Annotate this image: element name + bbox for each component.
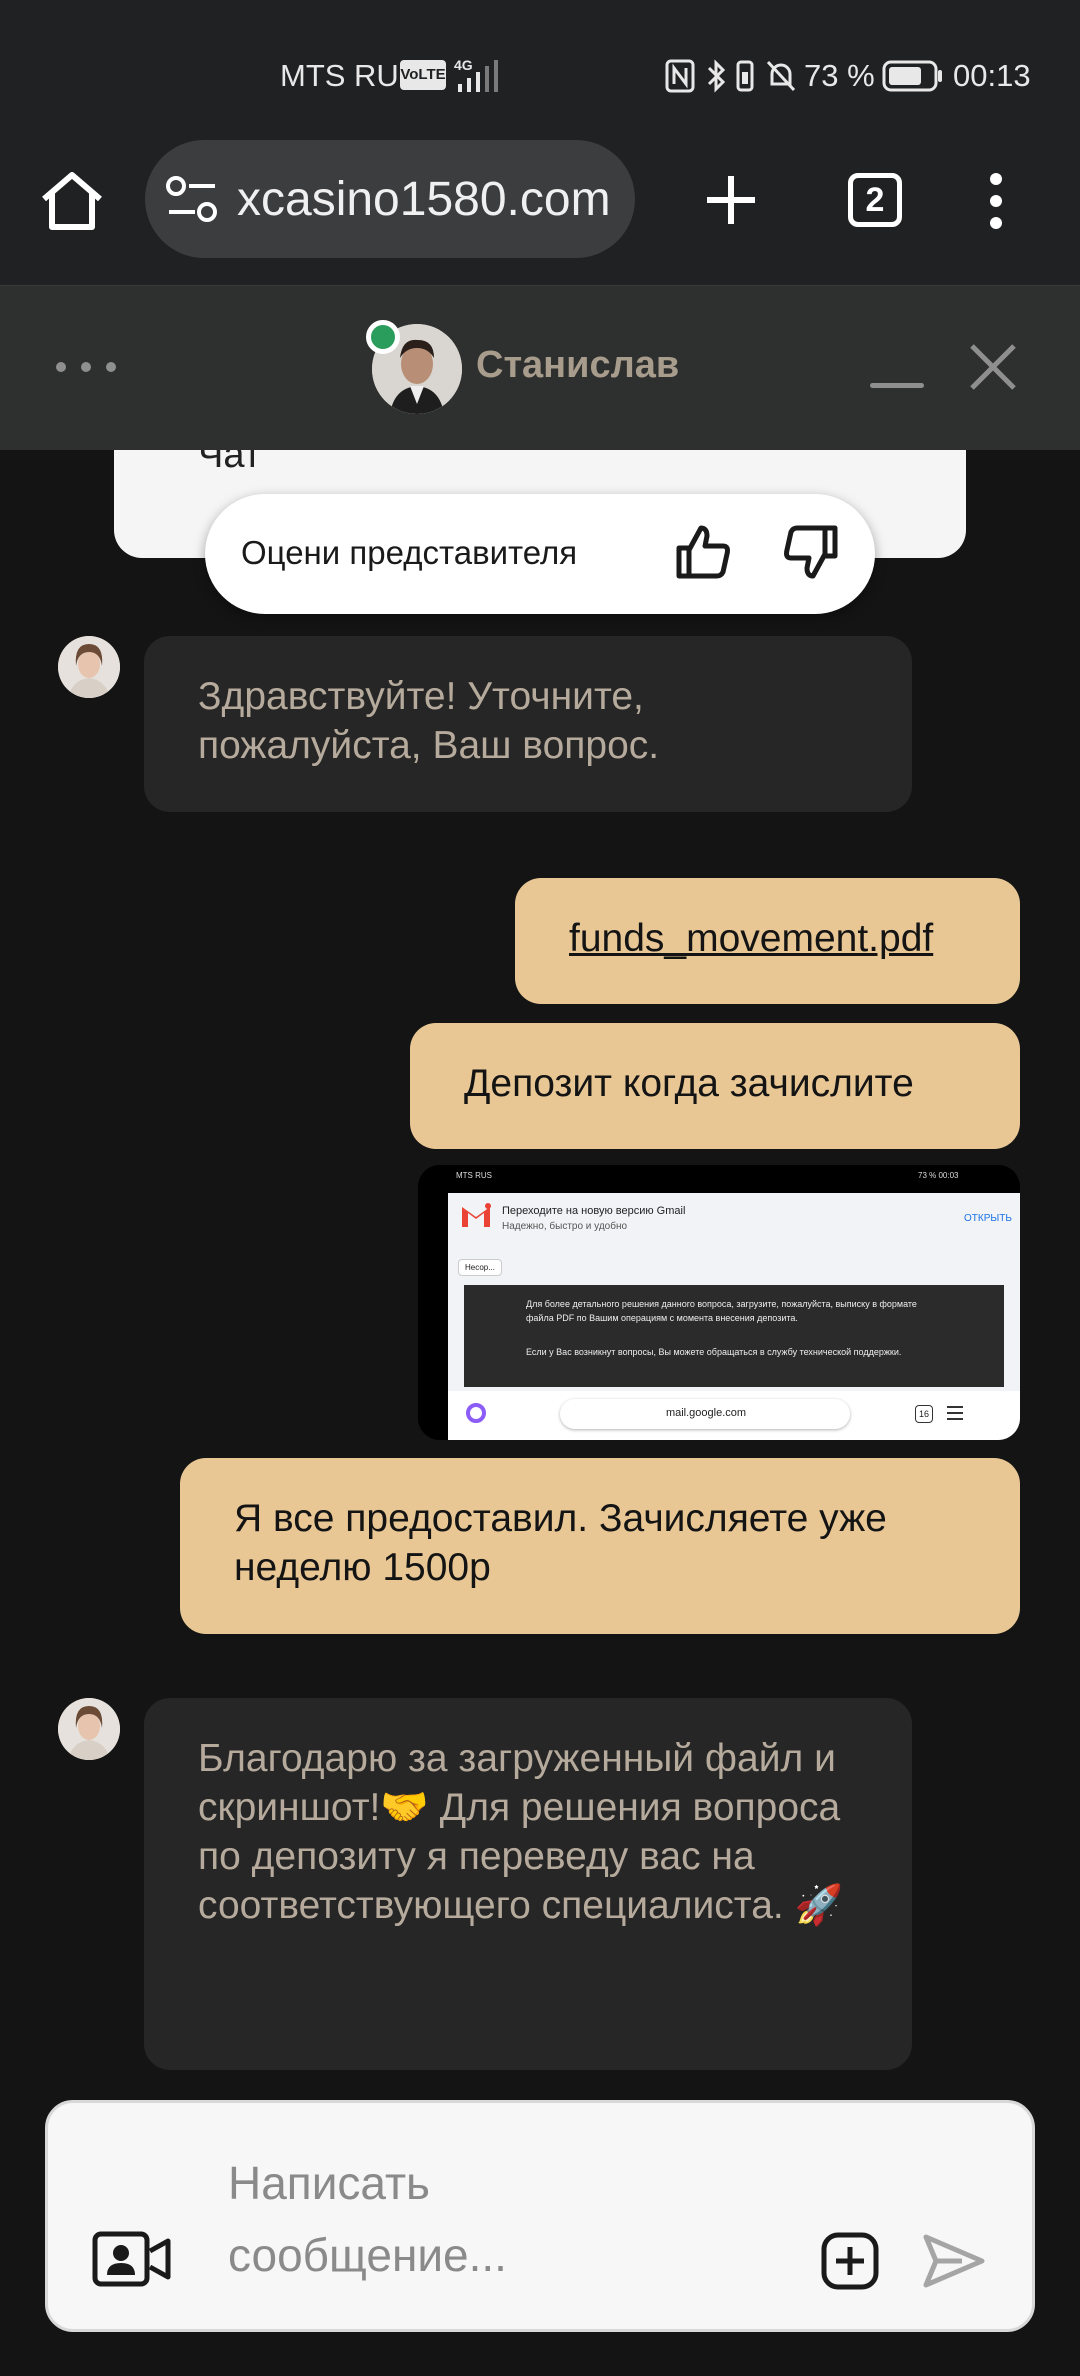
site-settings-icon[interactable] <box>163 176 225 229</box>
rating-label: Оцени представителя <box>241 534 578 571</box>
previous-card-text: Чат <box>198 450 262 476</box>
thumb-up-icon[interactable] <box>673 522 733 587</box>
battery-icon <box>882 60 944 97</box>
clock: 00:13 <box>953 58 1031 93</box>
minimize-button[interactable] <box>870 383 924 388</box>
tab-switcher-button[interactable]: 2 <box>848 173 902 227</box>
app-root: MTS RUS VoLTE 4G 73 % 00:13 xcasino1580.… <box>0 0 1080 2376</box>
new-tab-icon[interactable] <box>704 173 758 232</box>
more-menu-icon[interactable] <box>986 173 1006 234</box>
screenshot-open-link: ОТКРЫТЬ <box>964 1213 1012 1224</box>
volte-badge: VoLTE <box>400 60 446 90</box>
nfc-icon <box>664 58 696 99</box>
user-message: Депозит когда зачислите <box>410 1023 1020 1149</box>
chat-messages[interactable]: Чат Оцени представителя Здравствуйте! Ут… <box>0 450 1080 2100</box>
vibrate-icon <box>733 58 757 99</box>
composer: Написать сообщение... <box>0 2100 1080 2376</box>
screenshot-body-text-1: Для более детального решения данного воп… <box>526 1299 917 1323</box>
agent-message-text: Благодарю за загруженный файл и скриншот… <box>198 1737 844 1927</box>
send-icon[interactable] <box>922 2233 986 2294</box>
user-message-text: Я все предоставил. Зачисляете уже неделю… <box>234 1497 887 1589</box>
video-call-icon[interactable] <box>92 2231 172 2292</box>
screenshot-assistant-icon <box>466 1403 486 1423</box>
agent-message: Благодарю за загруженный файл и скриншот… <box>144 1698 912 2070</box>
user-image-message[interactable]: MTS RUS 73 % 00:03 Переходите на новую в… <box>418 1165 1020 1440</box>
user-file-message[interactable]: funds_movement.pdf <box>515 878 1020 1004</box>
online-status-dot <box>366 320 400 354</box>
url-text: xcasino1580.com <box>237 173 611 226</box>
chat-options-icon[interactable] <box>54 360 118 379</box>
mute-bell-icon <box>764 58 798 99</box>
agent-message-text: Здравствуйте! Уточните, пожалуйста, Ваш … <box>198 675 660 767</box>
screenshot-body-text-2: Если у Вас возникнут вопросы, Вы можете … <box>526 1347 902 1357</box>
status-bar: MTS RUS VoLTE 4G 73 % 00:13 <box>0 0 1080 135</box>
close-icon[interactable] <box>968 342 1018 397</box>
gmail-logo-icon <box>460 1203 492 1234</box>
message-input-box[interactable]: Написать сообщение... <box>45 2100 1035 2332</box>
address-bar[interactable]: xcasino1580.com <box>145 140 635 258</box>
agent-message-avatar <box>58 1698 120 1760</box>
message-input[interactable]: Написать сообщение... <box>228 2147 648 2291</box>
screenshot-gmail-subtitle: Надежно, быстро и удобно <box>502 1221 628 1232</box>
screenshot-menu-icon <box>946 1405 964 1426</box>
rating-bar: Оцени представителя <box>205 494 875 614</box>
battery-percent: 73 % <box>804 58 875 93</box>
svg-text:4G: 4G <box>454 57 473 73</box>
screenshot-carrier: MTS RUS <box>456 1171 492 1180</box>
attach-plus-icon[interactable] <box>820 2231 880 2296</box>
screenshot-url: mail.google.com <box>665 1407 747 1419</box>
screenshot-tab-count: 16 <box>915 1405 933 1423</box>
agent-message-avatar <box>58 636 120 698</box>
screenshot-tag: Несор... <box>458 1259 502 1276</box>
signal-icon: 4G <box>454 56 510 99</box>
carrier-label: MTS RUS <box>280 58 420 93</box>
home-icon[interactable] <box>38 169 106 238</box>
chat-header: Станислав <box>0 285 1080 450</box>
agent-message: Здравствуйте! Уточните, пожалуйста, Ваш … <box>144 636 912 812</box>
thumb-down-icon[interactable] <box>781 522 841 587</box>
browser-toolbar: xcasino1580.com 2 <box>0 135 1080 285</box>
screenshot-gmail-title: Переходите на новую версию Gmail <box>502 1205 686 1217</box>
user-message: Я все предоставил. Зачисляете уже неделю… <box>180 1458 1020 1634</box>
user-message-text: Депозит когда зачислите <box>464 1062 914 1105</box>
file-link[interactable]: funds_movement.pdf <box>569 917 933 960</box>
agent-name: Станислав <box>476 344 680 386</box>
screenshot-status: 73 % 00:03 <box>918 1171 959 1180</box>
bluetooth-icon <box>705 58 729 99</box>
